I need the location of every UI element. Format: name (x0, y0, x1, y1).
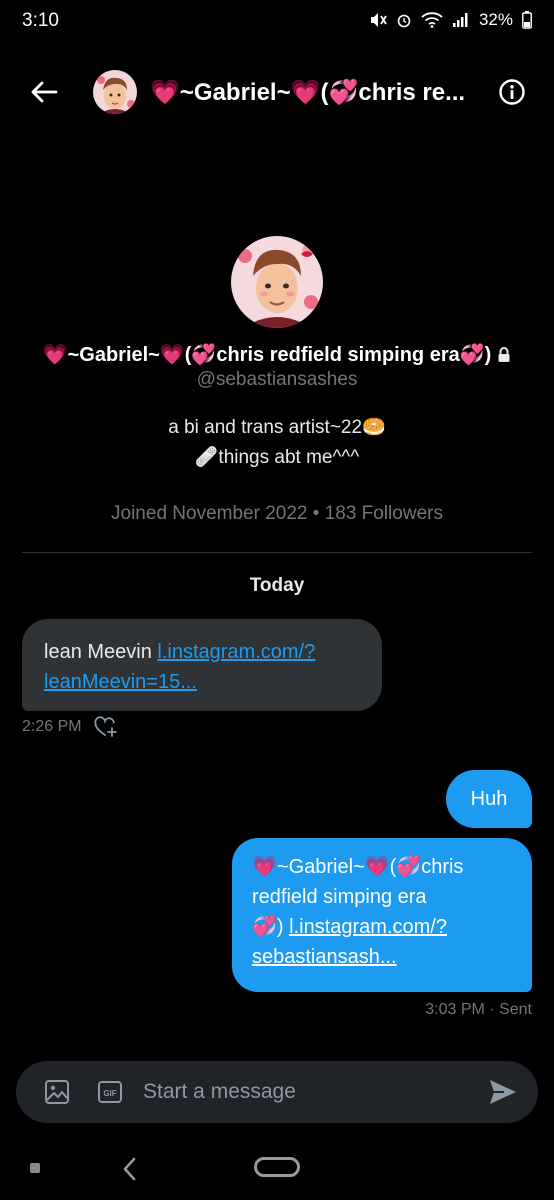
message-composer: GIF (16, 1061, 538, 1123)
gif-icon[interactable]: GIF (97, 1080, 123, 1104)
profile-handle: @sebastiansashes (196, 369, 358, 390)
message-link[interactable]: sebastiansash... (252, 946, 397, 968)
outgoing-message-bubble[interactable]: Huh (446, 770, 532, 828)
divider (22, 552, 532, 553)
profile-meta: Joined November 2022 • 183 Followers (111, 503, 443, 524)
profile-name-row: 💗~Gabriel~💗(💞chris redfield simping era💞… (0, 342, 554, 367)
back-arrow-icon[interactable] (28, 76, 60, 108)
wifi-icon (421, 12, 443, 28)
battery-percent: 32% (478, 10, 513, 29)
message-text: 💞) (252, 916, 290, 938)
message-text: redfield simping era (252, 886, 427, 908)
send-icon[interactable] (488, 1077, 518, 1107)
svg-text:GIF: GIF (103, 1089, 116, 1098)
conversation-title[interactable]: 💗~Gabriel~💗(💞chris re... (150, 78, 490, 107)
signal-icon (452, 13, 468, 27)
message-input[interactable] (143, 1077, 463, 1107)
incoming-message-meta: 2:26 PM (22, 716, 118, 738)
message-time: 2:26 PM (22, 718, 82, 735)
profile-avatar[interactable] (231, 236, 323, 328)
date-separator: Today (249, 575, 305, 596)
image-icon[interactable] (44, 1079, 70, 1105)
profile-card: 💗~Gabriel~💗(💞chris redfield simping era💞… (0, 236, 554, 525)
message-link[interactable]: l.instagram.com/? (289, 916, 447, 938)
outgoing-message-bubble[interactable]: 💗~Gabriel~💗(💞chris redfield simping era … (232, 838, 532, 992)
message-text: lean Meevin (44, 641, 158, 663)
mute-icon (370, 13, 387, 27)
alarm-icon (397, 14, 411, 28)
outgoing-message-meta: 3:03 PM · Sent (425, 1001, 532, 1018)
status-bar: 3:10 32% (0, 0, 554, 44)
battery-icon (522, 11, 532, 29)
nav-back-icon[interactable] (122, 1156, 138, 1182)
status-icons: 32% (369, 10, 532, 30)
message-text: Huh (470, 787, 508, 810)
header-avatar[interactable] (93, 70, 137, 114)
message-text: 💗~Gabriel~💗(💞chris (252, 856, 464, 878)
system-navigation-bar (0, 1148, 554, 1200)
lock-icon (498, 346, 510, 362)
status-time: 3:10 (22, 10, 59, 31)
react-heart-plus-icon[interactable] (94, 716, 118, 738)
profile-bio-line: a bi and trans artist~22🥯 (168, 417, 386, 438)
recent-apps-button[interactable] (30, 1163, 40, 1173)
profile-bio: a bi and trans artist~22🥯 🩹things abt me… (0, 413, 554, 473)
info-icon[interactable] (498, 78, 526, 106)
profile-bio-line: 🩹things abt me^^^ (194, 447, 360, 468)
conversation-header: 💗~Gabriel~💗(💞chris re... (0, 62, 554, 122)
home-button[interactable] (254, 1157, 300, 1177)
incoming-message-bubble[interactable]: lean Meevin l.instagram.com/? leanMeevin=… (22, 619, 382, 711)
profile-name: 💗~Gabriel~💗(💞chris redfield simping era💞… (42, 344, 492, 366)
